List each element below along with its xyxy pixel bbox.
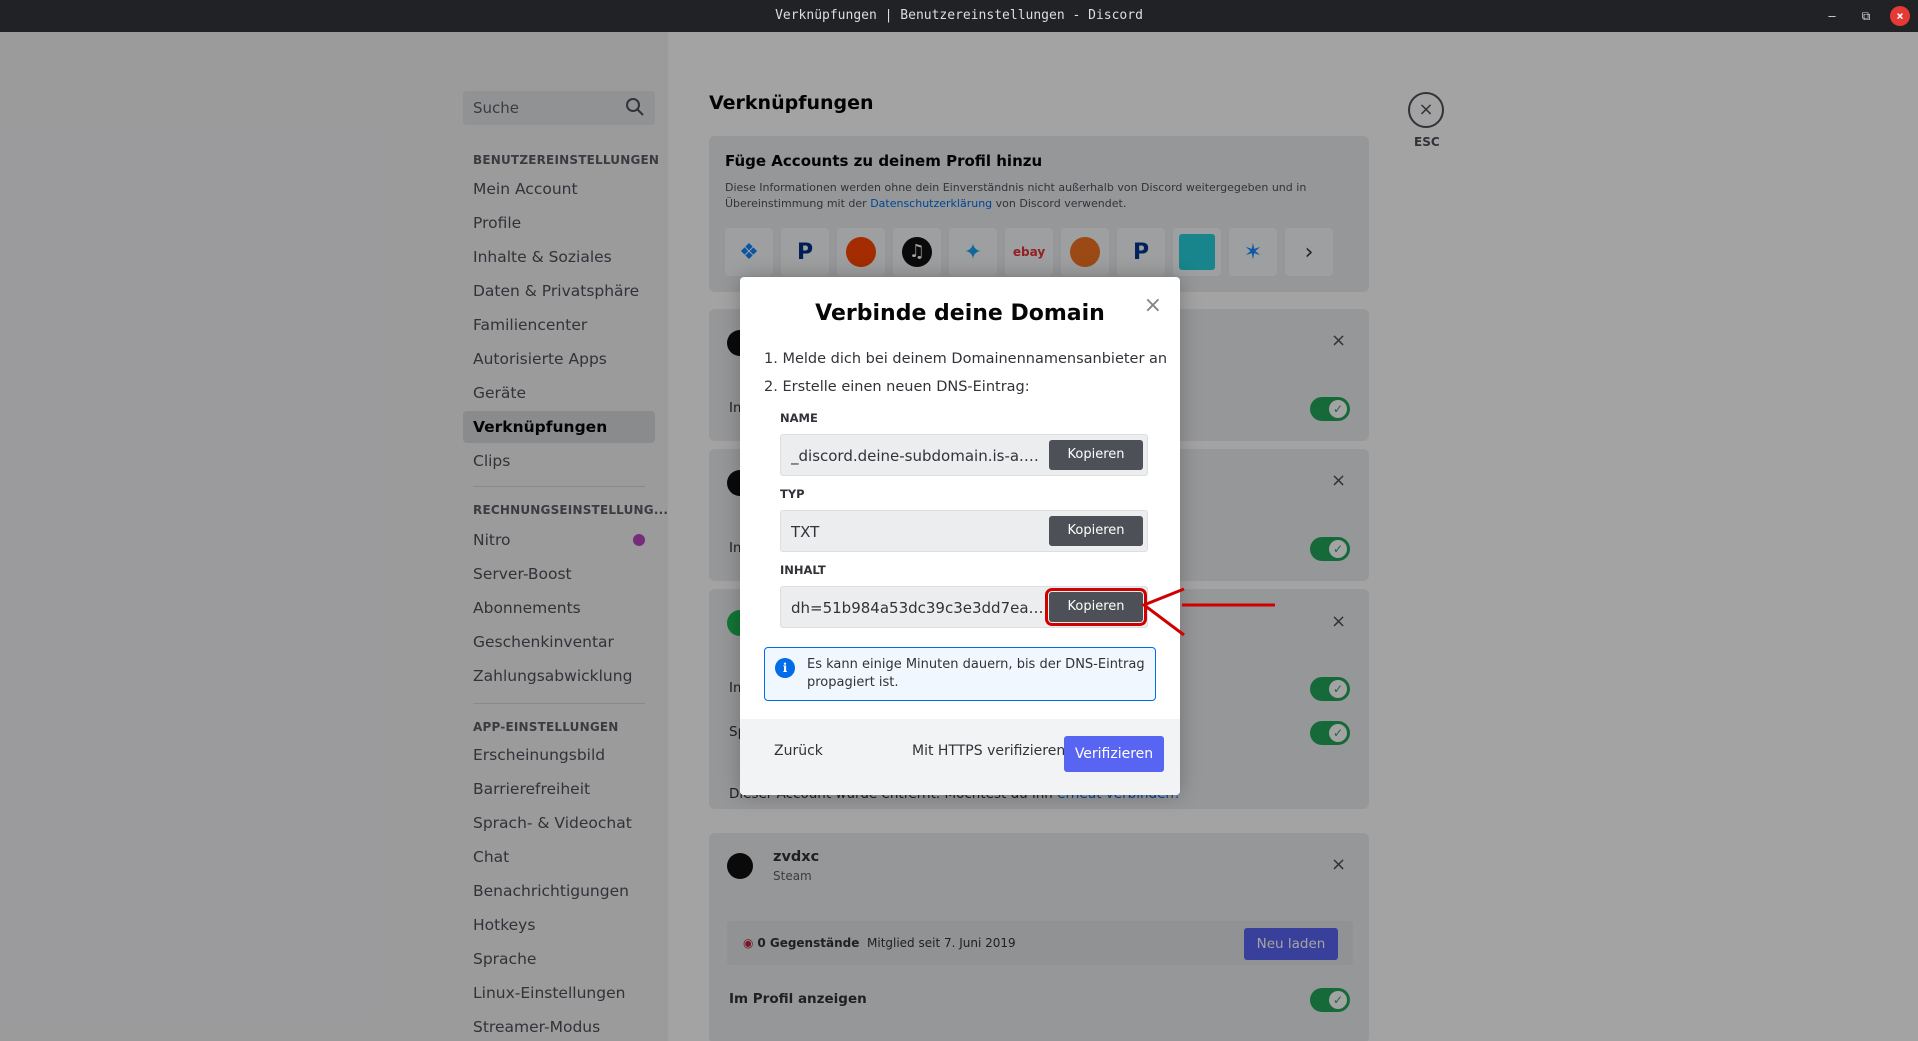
type-value[interactable]: TXT (791, 523, 1046, 541)
content-field: dh=51b984a53dc39c3e3dd7ea588... Kopieren (780, 586, 1148, 628)
name-field: _discord.deine-subdomain.is-a.dev Kopier… (780, 434, 1148, 476)
window-titlebar: Verknüpfungen | Benutzereinstellungen - … (0, 0, 1918, 32)
modal-title: Verbinde deine Domain (815, 301, 1105, 326)
copy-name-button[interactable]: Kopieren (1049, 440, 1143, 470)
close-window-icon[interactable]: × (1890, 6, 1910, 26)
verify-button[interactable]: Verifizieren (1064, 736, 1164, 772)
type-label: TYP (780, 487, 805, 501)
window-title: Verknüpfungen | Benutzereinstellungen - … (775, 8, 1143, 23)
propagation-info: i Es kann einige Minuten dauern, bis der… (764, 647, 1156, 701)
copy-type-button[interactable]: Kopieren (1049, 516, 1143, 546)
back-button[interactable]: Zurück (774, 743, 823, 759)
maximize-icon[interactable]: ⧉ (1856, 6, 1876, 26)
copy-content-button[interactable]: Kopieren (1045, 588, 1147, 626)
step-2: 2. Erstelle einen neuen DNS-Eintrag: (764, 379, 1030, 395)
modal-footer: Zurück Mit HTTPS verifizieren Verifizier… (740, 719, 1180, 795)
name-label: NAME (780, 411, 818, 425)
info-icon: i (775, 658, 795, 678)
content-label: INHALT (780, 563, 826, 577)
verify-https-button[interactable]: Mit HTTPS verifizieren (912, 743, 1065, 759)
close-icon[interactable]: × (1144, 293, 1162, 318)
step-1: 1. Melde dich bei deinem Domainennamensa… (764, 351, 1168, 367)
name-value[interactable]: _discord.deine-subdomain.is-a.dev (791, 447, 1046, 465)
type-field: TXT Kopieren (780, 510, 1148, 552)
minimize-icon[interactable]: – (1822, 6, 1842, 26)
content-value[interactable]: dh=51b984a53dc39c3e3dd7ea588... (791, 599, 1046, 617)
connect-domain-modal: Verbinde deine Domain × 1. Melde dich be… (740, 277, 1180, 795)
info-text: Es kann einige Minuten dauern, bis der D… (807, 657, 1145, 690)
annotation-arrow-icon (1140, 587, 1275, 637)
